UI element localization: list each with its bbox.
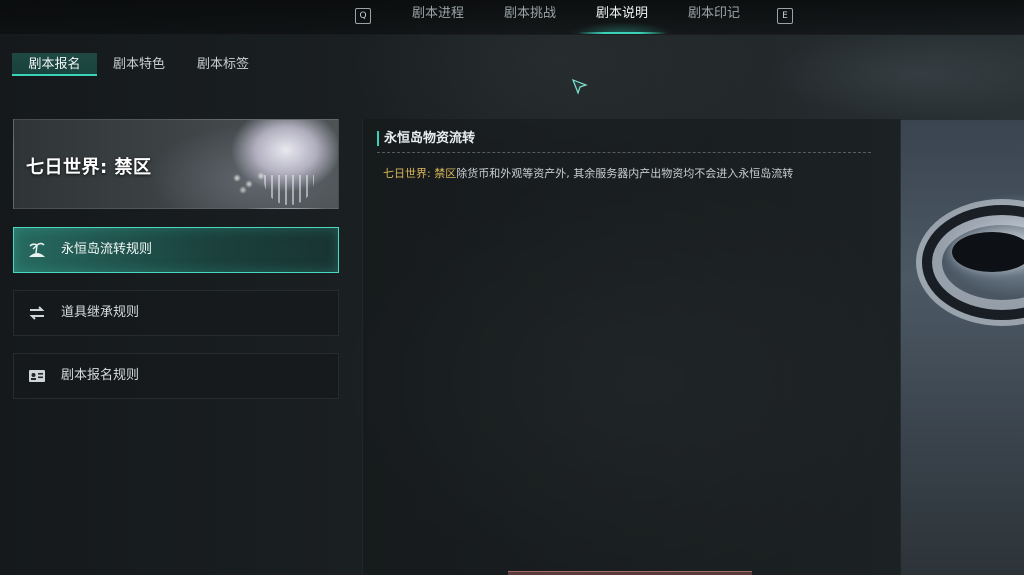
tab-script-description[interactable]: 剧本说明 [570, 0, 674, 34]
tab-script-challenge[interactable]: 剧本挑战 [498, 0, 562, 34]
script-banner: 七日世界: 禁区 [13, 119, 339, 209]
vortex-artwork [900, 120, 1024, 575]
id-card-icon [27, 367, 47, 385]
rule-item-label: 永恒岛流转规则 [61, 242, 153, 257]
rule-item-label: 道具继承规则 [61, 305, 140, 320]
highlight-script-name: 七日世界: 禁区 [383, 167, 457, 180]
description-panel: 永恒岛物资流转 七日世界: 禁区除货币和外观等资产外, 其余服务器内产出物资均不… [362, 119, 901, 575]
swap-arrows-icon [27, 304, 47, 322]
rule-item-label: 剧本报名规则 [61, 368, 140, 383]
rule-item-registration-rules[interactable]: 剧本报名规则 [13, 353, 339, 399]
island-icon [27, 241, 47, 259]
tab-script-mark[interactable]: 剧本印记 [682, 0, 746, 34]
key-hint-q[interactable]: Q [355, 8, 371, 24]
top-navigation-bar: Q 剧本进程 剧本挑战 剧本说明 剧本印记 E [0, 0, 1024, 35]
dashed-divider [377, 152, 871, 153]
key-hint-e[interactable]: E [777, 8, 793, 24]
vortex-center [952, 232, 1024, 272]
rule-item-island-circulation[interactable]: 永恒岛流转规则 [13, 227, 339, 273]
section-body: 七日世界: 禁区除货币和外观等资产外, 其余服务器内产出物资均不会进入永恒岛流转 [383, 166, 793, 182]
subtab-tags[interactable]: 剧本标签 [188, 53, 258, 76]
game-screen: Q 剧本进程 剧本挑战 剧本说明 剧本印记 E 剧本报名 剧本特色 剧本标签 七… [0, 0, 1024, 575]
background-art [720, 34, 1024, 120]
rule-item-item-inheritance[interactable]: 道具继承规则 [13, 290, 339, 336]
tab-script-progress[interactable]: 剧本进程 [406, 0, 470, 34]
section-body-text: 除货币和外观等资产外, 其余服务器内产出物资均不会进入永恒岛流转 [456, 167, 794, 180]
bottom-edge-element [508, 571, 752, 575]
section-title: 永恒岛物资流转 [377, 131, 475, 146]
subtab-features[interactable]: 剧本特色 [104, 53, 174, 76]
jellyfish-artwork [264, 175, 314, 205]
subtab-registration[interactable]: 剧本报名 [12, 53, 97, 76]
mouse-cursor-icon [571, 78, 588, 95]
banner-title: 七日世界: 禁区 [26, 157, 152, 178]
